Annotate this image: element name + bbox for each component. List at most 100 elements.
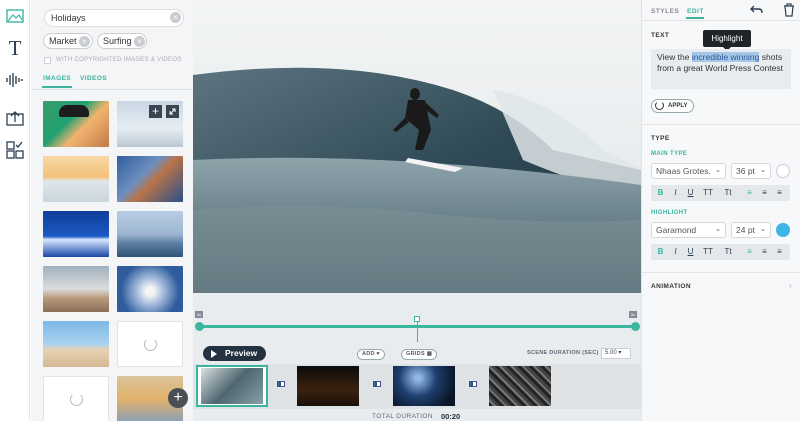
add-media-icon[interactable]: + <box>149 105 162 118</box>
scene-thumbnail[interactable] <box>297 366 359 406</box>
bold-button[interactable]: B <box>654 185 667 201</box>
media-thumbnail[interactable] <box>43 211 109 257</box>
video-editor-app: T Holidays × Market × Surfing × WITH COP… <box>0 0 800 421</box>
media-thumbnail[interactable] <box>43 156 109 202</box>
type-section-label: TYPE <box>651 135 670 142</box>
loading-spinner-icon <box>70 393 83 406</box>
align-left-icon[interactable]: ≡ <box>743 185 756 201</box>
image-tool-icon[interactable] <box>3 4 27 28</box>
scene-thumbnail[interactable] <box>489 366 551 406</box>
highlight-size-select[interactable]: 24 pt ⌄ <box>731 222 771 238</box>
scene-thumbnail[interactable] <box>393 366 455 406</box>
timeline-start-handle[interactable] <box>195 322 204 331</box>
cap-shape <box>59 105 89 117</box>
chevron-right-icon[interactable]: › <box>789 281 792 290</box>
media-thumbnail[interactable] <box>117 266 183 312</box>
clear-search-icon[interactable]: × <box>170 12 181 23</box>
media-thumbnail[interactable] <box>117 156 183 202</box>
transition-toggle[interactable] <box>370 370 384 400</box>
bold-button[interactable]: B <box>654 244 667 260</box>
total-duration-value: 00:20 <box>441 412 461 421</box>
highlight-color-swatch[interactable] <box>776 223 790 237</box>
chevron-down-icon: ⌄ <box>715 226 721 233</box>
tab-edit[interactable]: EDIT <box>687 8 704 15</box>
tab-styles[interactable]: STYLES <box>651 8 679 15</box>
align-center-icon[interactable]: ≡ <box>758 244 771 260</box>
highlight-format-bar: B I U TT Tt ≡ ≡ ≡ <box>651 244 790 260</box>
add-label: ADD <box>362 351 375 357</box>
underline-button[interactable]: U <box>684 244 697 260</box>
highlight-font-select[interactable]: Garamond ⌄ <box>651 222 726 238</box>
media-thumbnail[interactable] <box>117 211 183 257</box>
delete-icon[interactable] <box>783 3 795 17</box>
italic-button[interactable]: I <box>669 244 682 260</box>
active-tab-indicator <box>42 86 72 88</box>
start-marker: 0s <box>195 311 203 318</box>
highlight-label: HIGHLIGHT <box>651 210 688 216</box>
scene-thumbnail[interactable] <box>201 368 263 404</box>
main-font-value: Nhaas Grotes. <box>656 166 711 176</box>
remove-tag-surfing-icon[interactable]: × <box>134 36 145 47</box>
remove-tag-market-icon[interactable]: × <box>79 36 90 47</box>
preview-label: Preview <box>225 348 258 358</box>
highlight-font-value: Garamond <box>656 225 697 235</box>
audio-tool-icon[interactable] <box>3 68 27 92</box>
main-size-value: 36 pt <box>736 166 755 176</box>
media-thumbnail-loading <box>117 321 183 367</box>
active-tab-indicator <box>686 17 704 19</box>
transition-icon <box>277 381 285 387</box>
layout-tool-icon[interactable] <box>3 138 27 162</box>
animation-section-label[interactable]: ANIMATION <box>651 283 691 290</box>
titlecase-button[interactable]: Tt <box>720 244 736 260</box>
search-value: Holidays <box>51 13 86 23</box>
apply-label: APPLY <box>668 103 688 109</box>
copyright-checkbox[interactable] <box>44 57 51 64</box>
chevron-down-icon: ⌄ <box>760 226 766 233</box>
playhead-line <box>417 322 418 342</box>
underline-button[interactable]: U <box>684 185 697 201</box>
copyright-label: WITH COPYRIGHTED IMAGES & VIDEOS <box>56 57 182 63</box>
uppercase-button[interactable]: TT <box>700 185 716 201</box>
align-center-icon[interactable]: ≡ <box>758 185 771 201</box>
uppercase-button[interactable]: TT <box>700 244 716 260</box>
media-thumbnail[interactable]: + <box>117 101 183 147</box>
grids-button[interactable]: GRIDS ▦ <box>401 349 438 360</box>
chevron-down-icon: ⌄ <box>760 167 766 174</box>
transition-toggle[interactable] <box>274 370 288 400</box>
add-media-button[interactable]: + <box>168 388 188 408</box>
text-tool-icon[interactable]: T <box>3 36 27 60</box>
text-section-label: TEXT <box>651 32 670 39</box>
tab-videos[interactable]: VIDEOS <box>80 75 107 82</box>
align-right-icon[interactable]: ≡ <box>773 185 786 201</box>
expand-icon[interactable] <box>166 105 179 118</box>
divider <box>641 124 800 125</box>
tool-rail: T <box>0 0 30 421</box>
transition-toggle[interactable] <box>466 370 480 400</box>
text-input[interactable]: View the incredible winning shots from a… <box>651 49 791 89</box>
loading-spinner-icon <box>144 338 157 351</box>
align-left-icon[interactable]: ≡ <box>743 244 756 260</box>
timeline-end-handle[interactable] <box>631 322 640 331</box>
grids-label: GRIDS <box>406 351 425 357</box>
titlecase-button[interactable]: Tt <box>720 185 736 201</box>
scene-duration-input[interactable]: 5.00 ▾ <box>601 348 631 359</box>
divider <box>641 272 800 273</box>
scene-duration-label: SCENE DURATION (SEC) <box>527 350 599 356</box>
align-right-icon[interactable]: ≡ <box>773 244 786 260</box>
upload-tool-icon[interactable] <box>3 106 27 130</box>
search-input[interactable]: Holidays <box>44 9 184 27</box>
main-size-select[interactable]: 36 pt ⌄ <box>731 163 771 179</box>
tab-images[interactable]: IMAGES <box>43 75 71 82</box>
undo-icon[interactable] <box>750 3 764 17</box>
media-thumbnail[interactable] <box>43 266 109 312</box>
transition-icon <box>373 381 381 387</box>
media-thumbnail[interactable] <box>43 321 109 367</box>
main-font-select[interactable]: Nhaas Grotes. ⌄ <box>651 163 726 179</box>
highlight-size-value: 24 pt <box>736 225 755 235</box>
media-thumbnail[interactable] <box>43 101 109 147</box>
italic-button[interactable]: I <box>669 185 682 201</box>
add-button[interactable]: ADD ▾ <box>357 349 385 360</box>
text-highlight: incredible winning <box>691 52 760 62</box>
video-preview[interactable] <box>193 0 641 293</box>
main-color-swatch[interactable] <box>776 164 790 178</box>
